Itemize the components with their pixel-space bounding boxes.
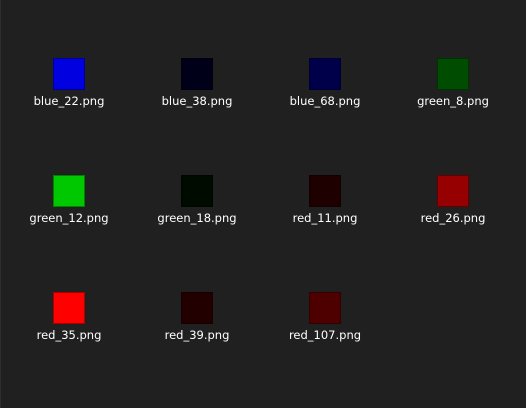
- file-name-label: green_18.png: [157, 211, 237, 225]
- file-item-green-12[interactable]: green_12.png: [5, 167, 133, 284]
- file-name-label: red_107.png: [288, 328, 362, 342]
- file-name-label: red_35.png: [36, 328, 102, 342]
- file-name-label: red_26.png: [420, 211, 486, 225]
- file-name-label: red_11.png: [292, 211, 358, 225]
- file-name-label: green_8.png: [417, 94, 489, 108]
- file-item-blue-38[interactable]: blue_38.png: [133, 50, 261, 167]
- image-thumbnail: [437, 175, 469, 207]
- file-name-label: green_12.png: [29, 211, 109, 225]
- image-thumbnail: [181, 58, 213, 90]
- file-name-label: blue_22.png: [33, 94, 105, 108]
- file-name-label: red_39.png: [164, 328, 230, 342]
- file-item-green-8[interactable]: green_8.png: [389, 50, 517, 167]
- window-left-edge: [0, 0, 1, 408]
- file-item-red-26[interactable]: red_26.png: [389, 167, 517, 284]
- file-item-blue-22[interactable]: blue_22.png: [5, 50, 133, 167]
- image-thumbnail: [181, 175, 213, 207]
- file-item-red-11[interactable]: red_11.png: [261, 167, 389, 284]
- image-thumbnail: [437, 58, 469, 90]
- image-thumbnail: [309, 292, 341, 324]
- image-thumbnail: [53, 58, 85, 90]
- file-grid: blue_22.png blue_38.png blue_68.png gree…: [5, 50, 517, 401]
- image-thumbnail: [181, 292, 213, 324]
- file-item-red-107[interactable]: red_107.png: [261, 284, 389, 401]
- image-thumbnail: [53, 292, 85, 324]
- file-item-red-35[interactable]: red_35.png: [5, 284, 133, 401]
- file-item-red-39[interactable]: red_39.png: [133, 284, 261, 401]
- file-name-label: blue_38.png: [161, 94, 233, 108]
- image-thumbnail: [53, 175, 85, 207]
- image-thumbnail: [309, 58, 341, 90]
- file-name-label: blue_68.png: [289, 94, 361, 108]
- image-thumbnail: [309, 175, 341, 207]
- file-item-green-18[interactable]: green_18.png: [133, 167, 261, 284]
- file-item-blue-68[interactable]: blue_68.png: [261, 50, 389, 167]
